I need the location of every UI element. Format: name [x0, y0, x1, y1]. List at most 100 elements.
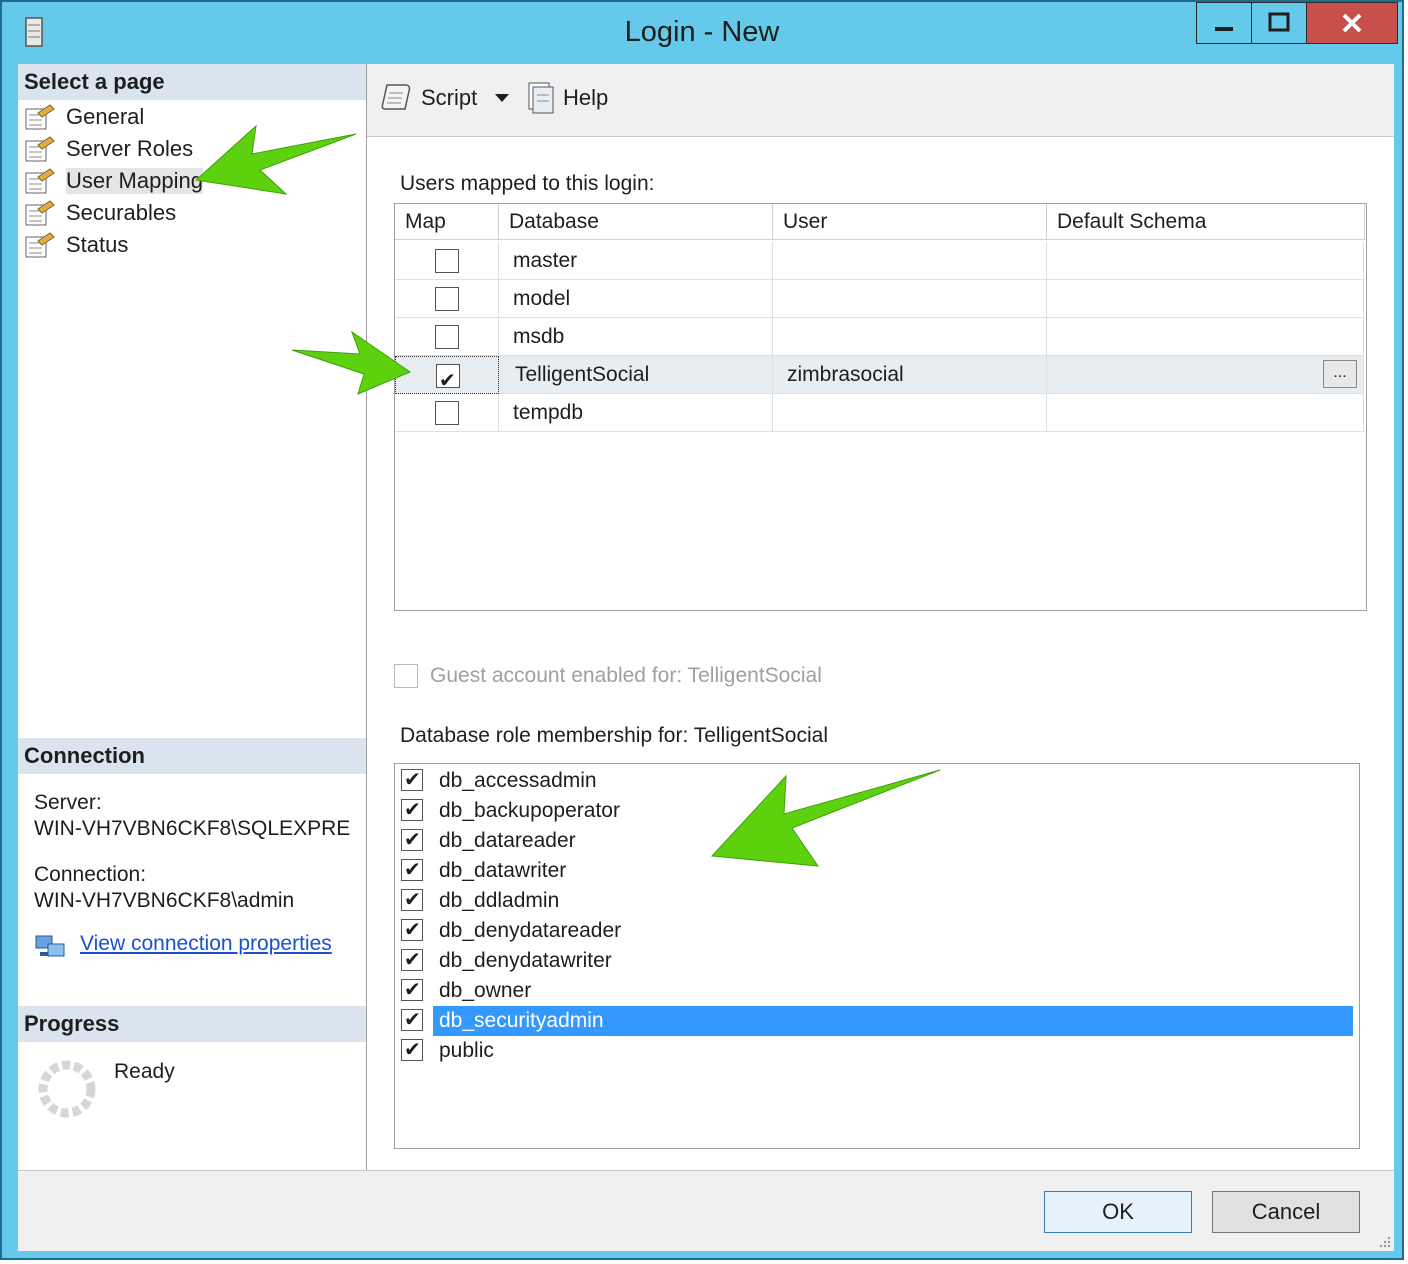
guest-account-checkbox[interactable]: [394, 664, 418, 688]
database-cell: master: [499, 242, 773, 280]
map-checkbox[interactable]: [435, 401, 459, 425]
schema-cell[interactable]: ...: [1047, 356, 1364, 394]
connection-label: Connection:: [34, 863, 147, 886]
list-item[interactable]: db_owner: [401, 976, 1353, 1006]
list-item[interactable]: db_denydatareader: [401, 916, 1353, 946]
role-checkbox[interactable]: [401, 1007, 423, 1032]
table-row[interactable]: tempdb: [395, 394, 1364, 432]
list-item[interactable]: db_denydatawriter: [401, 946, 1353, 976]
schema-cell[interactable]: [1047, 318, 1364, 356]
map-checkbox[interactable]: [435, 287, 459, 311]
close-button[interactable]: [1306, 2, 1398, 44]
connection-value: WIN-VH7VBN6CKF8\admin: [34, 889, 295, 912]
page-user-mapping[interactable]: User Mapping: [24, 166, 203, 196]
cancel-button[interactable]: Cancel: [1212, 1191, 1360, 1233]
grid-header: Map Database User Default Schema: [395, 204, 1366, 240]
schema-cell[interactable]: [1047, 242, 1364, 280]
role-checkbox[interactable]: [401, 797, 423, 822]
column-header-map[interactable]: Map: [395, 204, 499, 240]
right-panel: Script Help Users mapped to this login: …: [367, 64, 1394, 1170]
database-cell: TelligentSocial: [499, 356, 773, 394]
column-header-user[interactable]: User: [773, 204, 1047, 240]
database-cell: model: [499, 280, 773, 318]
help-button[interactable]: Help: [523, 80, 608, 116]
table-row[interactable]: msdb: [395, 318, 1364, 356]
list-item-selected[interactable]: db_securityadmin: [401, 1006, 1353, 1036]
progress-spinner-icon: [38, 1060, 96, 1118]
map-cell: [395, 280, 499, 318]
select-page-header: Select a page: [18, 64, 366, 100]
page-label: Securables: [66, 200, 177, 225]
role-checkbox[interactable]: [401, 767, 423, 792]
users-mapped-grid: Map Database User Default Schema master …: [394, 203, 1367, 611]
map-checkbox[interactable]: [436, 362, 460, 400]
role-label: db_datawriter: [439, 859, 567, 882]
server-value: WIN-VH7VBN6CKF8\SQLEXPRE: [34, 817, 351, 840]
schema-cell[interactable]: [1047, 280, 1364, 318]
resize-grip-icon[interactable]: [1376, 1233, 1392, 1249]
progress-status: Ready: [114, 1060, 175, 1083]
table-row[interactable]: model: [395, 280, 1364, 318]
page-label: User Mapping: [66, 168, 203, 194]
page-label: Status: [66, 232, 129, 257]
close-icon: [1342, 13, 1362, 33]
list-item[interactable]: public: [401, 1036, 1353, 1066]
role-label: db_datareader: [439, 829, 576, 852]
table-row[interactable]: master: [395, 242, 1364, 280]
page-general[interactable]: General: [24, 102, 144, 132]
toolbar: Script Help: [367, 64, 1394, 137]
database-cell: tempdb: [499, 394, 773, 432]
view-connection-properties-link[interactable]: View connection properties: [80, 932, 332, 956]
script-dropdown-button[interactable]: [493, 80, 511, 116]
page-icon: [25, 200, 55, 226]
role-label: db_denydatareader: [439, 919, 622, 942]
role-label: db_accessadmin: [439, 769, 597, 792]
user-cell[interactable]: [773, 280, 1047, 318]
role-membership-label: Database role membership for: TelligentS…: [400, 724, 828, 747]
page-icon: [25, 232, 55, 258]
page-label: Server Roles: [66, 136, 194, 161]
role-checkbox[interactable]: [401, 827, 423, 852]
minimize-button[interactable]: [1196, 2, 1252, 44]
map-checkbox[interactable]: [435, 325, 459, 349]
user-cell[interactable]: zimbrasocial: [773, 356, 1047, 394]
script-button[interactable]: Script: [381, 80, 477, 116]
guest-account-label: Guest account enabled for: TelligentSoci…: [430, 664, 822, 687]
role-checkbox[interactable]: [401, 917, 423, 942]
role-label: public: [439, 1039, 494, 1062]
role-label: db_ddladmin: [439, 889, 560, 912]
role-checkbox[interactable]: [401, 887, 423, 912]
page-icon: [25, 136, 55, 162]
map-cell: [395, 242, 499, 280]
users-mapped-label: Users mapped to this login:: [400, 172, 655, 195]
page-server-roles[interactable]: Server Roles: [24, 134, 193, 164]
column-header-database[interactable]: Database: [499, 204, 773, 240]
chevron-down-icon: [495, 94, 509, 102]
role-checkbox[interactable]: [401, 977, 423, 1002]
role-checkbox[interactable]: [401, 1037, 423, 1062]
table-row-selected[interactable]: TelligentSocial zimbrasocial ...: [395, 356, 1364, 400]
role-checkbox[interactable]: [401, 857, 423, 882]
column-header-default-schema[interactable]: Default Schema: [1047, 204, 1365, 240]
annotation-arrow-icon: [710, 769, 941, 867]
browse-schema-button[interactable]: ...: [1323, 360, 1357, 388]
map-checkbox[interactable]: [435, 249, 459, 273]
user-cell[interactable]: [773, 318, 1047, 356]
maximize-icon: [1268, 12, 1290, 32]
map-cell: [395, 394, 499, 432]
schema-cell[interactable]: [1047, 394, 1364, 432]
ok-button[interactable]: OK: [1044, 1191, 1192, 1233]
minimize-icon: [1215, 27, 1233, 31]
page-label: General: [66, 104, 145, 129]
user-cell[interactable]: [773, 242, 1047, 280]
maximize-button[interactable]: [1251, 2, 1307, 44]
user-cell[interactable]: [773, 394, 1047, 432]
list-item[interactable]: db_ddladmin: [401, 886, 1353, 916]
dialog-client: Select a page General Server Roles User …: [18, 64, 1394, 1251]
page-status[interactable]: Status: [24, 230, 128, 260]
role-checkbox[interactable]: [401, 947, 423, 972]
page-securables[interactable]: Securables: [24, 198, 176, 228]
title-bar[interactable]: Login - New: [2, 2, 1402, 64]
connection-header: Connection: [18, 738, 366, 774]
help-icon: [528, 82, 554, 114]
